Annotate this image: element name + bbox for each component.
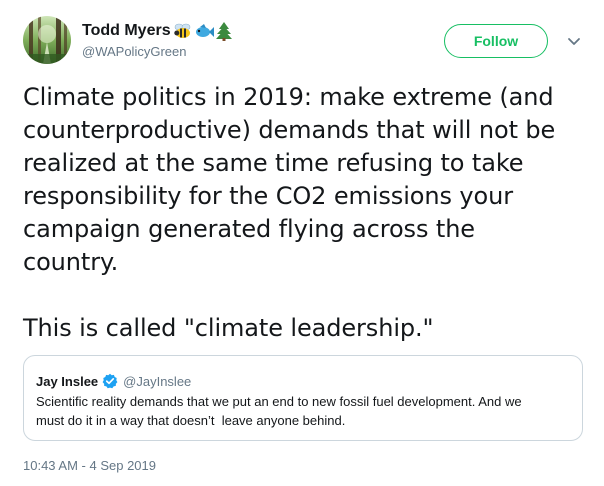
tweet-text-paragraph: This is called "climate leadership." <box>23 314 434 342</box>
quoted-tweet-author-name: Jay Inslee <box>36 373 99 389</box>
tweet-timestamp[interactable]: 10:43 AM - 4 Sep 2019 <box>23 457 156 475</box>
tweet-card: Todd Myers @WAPolicyGreen Follow Climate… <box>0 0 604 486</box>
author-handle[interactable]: @WAPolicyGreen <box>82 43 186 61</box>
more-options-chevron-down-icon[interactable] <box>566 33 582 49</box>
tweet-text-paragraph: Climate politics in 2019: make extreme (… <box>23 83 556 276</box>
bee-emoji-icon <box>173 22 193 40</box>
avatar[interactable] <box>23 16 71 64</box>
quoted-tweet[interactable]: Jay Inslee @JayInslee Scientific reality… <box>23 355 583 441</box>
author-name-emojis <box>173 21 233 41</box>
author-name-row[interactable]: Todd Myers <box>82 20 233 42</box>
tweet-text: Climate politics in 2019: make extreme (… <box>23 81 593 345</box>
author-display-name[interactable]: Todd Myers <box>82 20 171 42</box>
verified-badge-icon <box>102 373 118 389</box>
evergreen-tree-emoji-icon <box>215 21 233 41</box>
quoted-tweet-author-handle: @JayInslee <box>123 373 192 389</box>
follow-button[interactable]: Follow <box>444 24 548 58</box>
quoted-tweet-text: Scientific reality demands that we put a… <box>36 394 522 428</box>
fish-emoji-icon <box>194 22 214 40</box>
forest-avatar-image <box>23 16 71 64</box>
quoted-tweet-header: Jay Inslee @JayInslee <box>36 372 191 390</box>
